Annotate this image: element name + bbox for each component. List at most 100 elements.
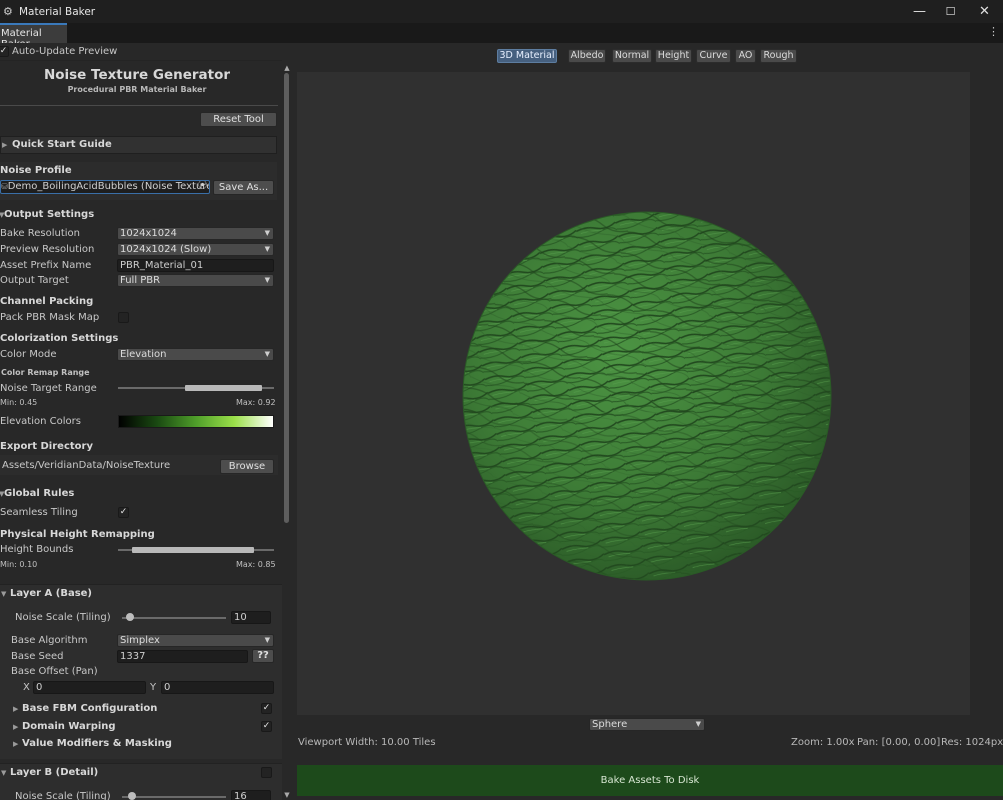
offset-y-label: Y [150, 682, 157, 693]
output-settings-heading: Output Settings [4, 209, 95, 220]
color-mode-label: Color Mode [0, 349, 57, 360]
divider [0, 105, 278, 106]
bake-resolution-dropdown[interactable]: 1024x1024 ▼ [117, 227, 274, 240]
pan-status: Pan: [0.00, 0.00] [857, 737, 941, 748]
expanded-arrow-icon: ▼ [1, 590, 7, 598]
noise-target-range-label: Noise Target Range [0, 383, 97, 394]
bake-resolution-value: 1024x1024 [120, 228, 177, 239]
layer-b-heading: Layer B (Detail) [10, 767, 99, 778]
randomize-seed-button[interactable]: ?? [252, 649, 274, 663]
preview-shape-dropdown[interactable]: Sphere ▼ [589, 718, 705, 731]
channel-tab-normal[interactable]: Normal [612, 49, 652, 63]
collapsed-arrow-icon: ▶ [13, 723, 19, 731]
dropdown-caret-icon: ▼ [264, 245, 270, 253]
layer-a-noise-scale-field[interactable]: 10 [231, 611, 271, 624]
export-path: Assets/VeridianData/NoiseTexture [2, 460, 171, 471]
dropdown-caret-icon: ▼ [264, 350, 270, 358]
dropdown-caret-icon: ▼ [264, 229, 270, 237]
settings-panel: ✓ Auto-Update Preview Noise Texture Gene… [0, 43, 291, 800]
color-mode-dropdown[interactable]: Elevation ▼ [117, 348, 274, 361]
layer-b-checkbox[interactable] [261, 767, 272, 778]
output-target-label: Output Target [0, 275, 69, 286]
maximize-button[interactable]: ☐ [934, 0, 967, 23]
seamless-tiling-label: Seamless Tiling [0, 507, 78, 518]
layer-b-noise-scale-knob[interactable] [128, 792, 136, 800]
offset-x-field[interactable]: 0 [33, 681, 146, 694]
preview-shape-value: Sphere [592, 719, 628, 730]
noise-target-range-fill[interactable] [185, 385, 262, 391]
asset-icon: ⛁ [1, 182, 8, 191]
fbm-config-checkbox[interactable]: ✓ [261, 703, 272, 714]
preview-viewport[interactable] [297, 72, 970, 715]
channel-tab-rough[interactable]: Rough [760, 49, 797, 63]
tool-subtitle: Procedural PBR Material Baker [67, 85, 207, 94]
tab-menu-icon[interactable]: ⋮ [988, 25, 999, 38]
bake-resolution-label: Bake Resolution [0, 228, 81, 239]
height-remap-heading: Physical Height Remapping [0, 529, 155, 540]
preview-resolution-value: 1024x1024 (Slow) [120, 244, 212, 255]
noise-profile-heading: Noise Profile [0, 165, 72, 176]
seamless-tiling-checkbox[interactable]: ✓ [118, 507, 129, 518]
channel-tab-curve[interactable]: Curve [696, 49, 731, 63]
preview-panel: 3D Material Albedo Normal Height Curve A… [291, 43, 1003, 800]
global-rules-heading: Global Rules [4, 488, 75, 499]
resolution-status: Res: 1024px [941, 737, 1003, 748]
elevation-gradient-field[interactable] [118, 415, 274, 428]
pack-mask-map-label: Pack PBR Mask Map [0, 312, 100, 323]
elevation-colors-label: Elevation Colors [0, 416, 81, 427]
layer-b-noise-scale-label: Noise Scale (Tiling) [15, 791, 111, 800]
base-seed-field[interactable]: 1337 [117, 650, 248, 663]
channel-tab-height[interactable]: Height [655, 49, 692, 63]
height-bounds-label: Height Bounds [0, 544, 74, 555]
collapsed-arrow-icon: ▶ [2, 141, 8, 149]
layer-a-noise-scale-track[interactable] [122, 617, 226, 619]
window-title: Material Baker [19, 5, 96, 18]
channel-tab-albedo[interactable]: Albedo [568, 49, 606, 63]
minimize-button[interactable]: — [903, 0, 936, 23]
bake-assets-button[interactable]: Bake Assets To Disk [297, 765, 1003, 796]
sphere-preview [462, 211, 832, 581]
output-target-value: Full PBR [120, 275, 161, 286]
layer-b-noise-scale-field[interactable]: 16 [231, 790, 271, 800]
scroll-up-icon[interactable]: ▲ [283, 64, 291, 72]
output-target-dropdown[interactable]: Full PBR ▼ [117, 274, 274, 287]
base-offset-label: Base Offset (Pan) [11, 666, 98, 677]
app-icon: ⚙ [3, 4, 13, 18]
scrollbar-thumb[interactable] [284, 73, 289, 523]
base-algorithm-dropdown[interactable]: Simplex ▼ [117, 634, 274, 647]
pack-mask-map-checkbox[interactable] [118, 312, 129, 323]
height-bounds-fill[interactable] [132, 547, 254, 553]
preview-resolution-dropdown[interactable]: 1024x1024 (Slow) ▼ [117, 243, 274, 256]
channel-tab-3d-material[interactable]: 3D Material [497, 49, 557, 63]
close-button[interactable]: ✕ [968, 0, 1001, 23]
title-bar: ⚙ Material Baker — ☐ ✕ [0, 0, 1003, 23]
preview-resolution-label: Preview Resolution [0, 244, 95, 255]
save-as-button[interactable]: Save As... [213, 180, 274, 195]
dropdown-caret-icon: ▼ [264, 636, 270, 644]
tab-material-baker[interactable]: Material Baker [0, 23, 67, 50]
asset-prefix-label: Asset Prefix Name [0, 260, 92, 271]
domain-warping-checkbox[interactable]: ✓ [261, 721, 272, 732]
base-algorithm-value: Simplex [120, 635, 160, 646]
layer-a-noise-scale-label: Noise Scale (Tiling) [15, 612, 111, 623]
viewport-width-status: Viewport Width: 10.00 Tiles [298, 737, 436, 748]
fbm-config-foldout[interactable]: Base FBM Configuration [22, 703, 157, 714]
layer-a-heading: Layer A (Base) [10, 588, 92, 599]
noise-profile-field[interactable]: ⛁Demo_BoilingAcidBubbles (Noise Texture … [0, 180, 210, 194]
channel-tab-ao[interactable]: AO [735, 49, 756, 63]
channel-packing-heading: Channel Packing [0, 296, 94, 307]
reset-tool-button[interactable]: Reset Tool [200, 112, 277, 127]
asset-prefix-field[interactable]: PBR_Material_01 [117, 259, 274, 272]
value-modifiers-foldout[interactable]: Value Modifiers & Masking [22, 738, 172, 749]
dropdown-caret-icon: ▼ [695, 720, 701, 728]
colorization-heading: Colorization Settings [0, 333, 119, 344]
browse-button[interactable]: Browse [220, 459, 274, 474]
domain-warping-foldout[interactable]: Domain Warping [22, 721, 116, 732]
scroll-down-icon[interactable]: ▼ [283, 791, 291, 799]
layer-b-noise-scale-track[interactable] [122, 796, 226, 798]
offset-y-field[interactable]: 0 [161, 681, 274, 694]
auto-update-checkbox[interactable]: ✓ [0, 46, 9, 57]
collapsed-arrow-icon: ▶ [13, 705, 19, 713]
base-algorithm-label: Base Algorithm [11, 635, 88, 646]
object-picker-icon[interactable]: ⦿ [198, 181, 207, 192]
